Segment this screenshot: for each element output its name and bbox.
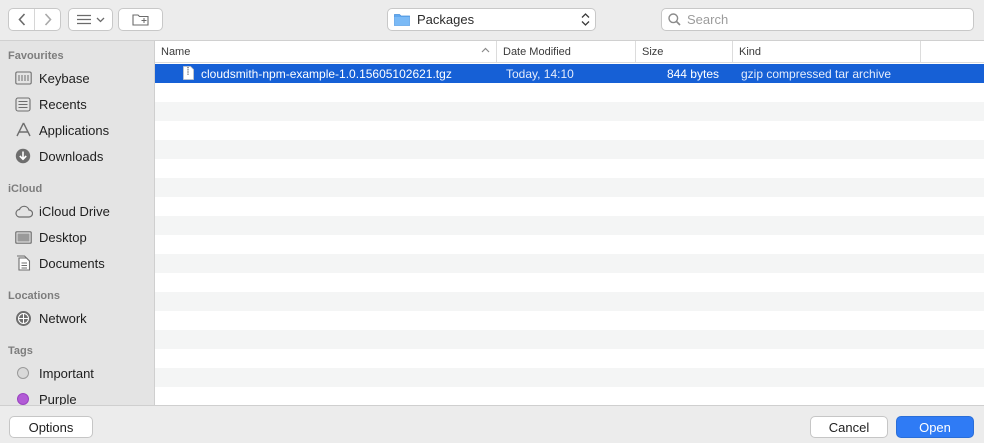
table-row-selected[interactable]: cloudsmith-npm-example-1.0.15605102621.t… bbox=[155, 64, 984, 83]
column-label: Kind bbox=[739, 46, 762, 58]
sidebar-item-label: Keybase bbox=[39, 70, 90, 86]
empty-row bbox=[155, 292, 984, 311]
empty-row bbox=[155, 311, 984, 330]
search-field[interactable]: Search bbox=[661, 8, 974, 31]
list-view-icon bbox=[77, 14, 91, 25]
location-popup[interactable]: Packages bbox=[387, 8, 596, 31]
empty-row bbox=[155, 330, 984, 349]
sidebar-item-recents[interactable]: Recents bbox=[13, 93, 87, 115]
bottom-bar: Options Cancel Open bbox=[0, 405, 984, 443]
sidebar-item-label: Applications bbox=[39, 122, 110, 138]
column-header-empty bbox=[920, 41, 984, 63]
recents-icon bbox=[13, 95, 33, 113]
sidebar: Favourites Keybase Recents Applications … bbox=[0, 41, 155, 405]
documents-icon bbox=[13, 254, 33, 272]
column-header-date[interactable]: Date Modified bbox=[496, 41, 635, 63]
empty-row bbox=[155, 349, 984, 368]
section-title-tags: Tags bbox=[8, 345, 33, 357]
options-button[interactable]: Options bbox=[9, 416, 93, 438]
sidebar-tag-purple[interactable]: Purple bbox=[13, 388, 77, 405]
toolbar: Packages Search bbox=[0, 0, 984, 41]
downloads-icon bbox=[13, 147, 33, 165]
sidebar-item-downloads[interactable]: Downloads bbox=[13, 145, 103, 167]
open-button[interactable]: Open bbox=[896, 416, 974, 438]
column-label: Size bbox=[642, 46, 664, 58]
empty-row bbox=[155, 387, 984, 405]
empty-row bbox=[155, 197, 984, 216]
new-folder-button[interactable] bbox=[118, 8, 163, 31]
back-button[interactable] bbox=[9, 9, 34, 30]
section-title-icloud: iCloud bbox=[8, 183, 43, 195]
tag-color-dot bbox=[17, 367, 29, 379]
empty-row bbox=[155, 368, 984, 387]
sort-ascending-icon bbox=[481, 47, 490, 53]
sidebar-item-applications[interactable]: Applications bbox=[13, 119, 109, 141]
folder-icon bbox=[394, 14, 410, 26]
sidebar-item-label: Purple bbox=[39, 391, 77, 406]
sidebar-item-desktop[interactable]: Desktop bbox=[13, 226, 87, 248]
empty-row bbox=[155, 83, 984, 102]
empty-row bbox=[155, 254, 984, 273]
file-list: Name Date Modified Size Kind cloudsmith-… bbox=[155, 41, 984, 405]
sidebar-item-label: iCloud Drive bbox=[39, 203, 110, 219]
empty-row bbox=[155, 178, 984, 197]
column-label: Name bbox=[161, 46, 191, 58]
sidebar-item-label: Desktop bbox=[39, 229, 87, 245]
section-title-locations: Locations bbox=[8, 290, 60, 302]
empty-row bbox=[155, 140, 984, 159]
column-header-size[interactable]: Size bbox=[635, 41, 732, 63]
search-icon bbox=[668, 13, 681, 26]
search-placeholder: Search bbox=[687, 12, 729, 27]
section-title-favourites: Favourites bbox=[8, 50, 64, 62]
file-size: 844 bytes bbox=[666, 66, 719, 81]
desktop-icon bbox=[13, 228, 33, 246]
empty-row bbox=[155, 273, 984, 292]
sidebar-item-label: Important bbox=[39, 365, 94, 381]
empty-row bbox=[155, 121, 984, 140]
column-header-row: Name Date Modified Size Kind bbox=[155, 41, 984, 63]
empty-row bbox=[155, 216, 984, 235]
navigation-buttons bbox=[8, 8, 61, 31]
column-header-kind[interactable]: Kind bbox=[732, 41, 920, 63]
sidebar-item-network[interactable]: Network bbox=[13, 307, 87, 329]
location-label: Packages bbox=[417, 12, 475, 27]
archive-file-icon bbox=[183, 66, 194, 80]
cancel-button[interactable]: Cancel bbox=[810, 416, 888, 438]
icloud-icon bbox=[13, 202, 33, 220]
file-kind: gzip compressed tar archive bbox=[741, 66, 892, 81]
sidebar-item-label: Documents bbox=[39, 255, 105, 271]
sidebar-item-label: Network bbox=[39, 310, 87, 326]
up-down-chevron-icon bbox=[581, 13, 590, 26]
sidebar-item-label: Recents bbox=[39, 96, 87, 112]
view-options-button[interactable] bbox=[68, 8, 113, 31]
sidebar-item-label: Downloads bbox=[39, 148, 104, 164]
file-rows: cloudsmith-npm-example-1.0.15605102621.t… bbox=[155, 64, 984, 405]
chevron-left-icon bbox=[18, 13, 25, 26]
empty-row bbox=[155, 159, 984, 178]
column-header-name[interactable]: Name bbox=[155, 41, 496, 63]
new-folder-icon bbox=[131, 14, 149, 26]
chevron-right-icon bbox=[44, 13, 52, 26]
empty-row bbox=[155, 102, 984, 121]
sidebar-item-documents[interactable]: Documents bbox=[13, 252, 105, 274]
network-icon bbox=[13, 309, 33, 327]
sidebar-item-icloud-drive[interactable]: iCloud Drive bbox=[13, 200, 110, 222]
empty-row bbox=[155, 235, 984, 254]
file-date: Today, 14:10 bbox=[506, 66, 574, 81]
keybase-folder-icon bbox=[13, 69, 33, 87]
sidebar-item-keybase[interactable]: Keybase bbox=[13, 67, 90, 89]
tag-color-dot bbox=[17, 393, 29, 405]
applications-icon bbox=[13, 121, 33, 139]
file-name: cloudsmith-npm-example-1.0.15605102621.t… bbox=[201, 66, 452, 81]
forward-button[interactable] bbox=[34, 9, 60, 30]
chevron-down-icon bbox=[96, 17, 105, 22]
sidebar-tag-important[interactable]: Important bbox=[13, 362, 94, 384]
column-label: Date Modified bbox=[503, 46, 571, 58]
